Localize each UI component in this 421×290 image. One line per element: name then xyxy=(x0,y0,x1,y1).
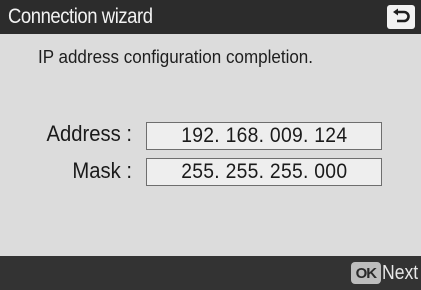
mask-field: 255. 255. 255. 000 xyxy=(146,158,382,186)
mask-label: Mask : xyxy=(72,158,132,183)
back-button[interactable] xyxy=(387,5,415,29)
address-field: 192. 168. 009. 124 xyxy=(146,122,382,150)
return-arrow-icon xyxy=(393,8,410,23)
address-value: 192. 168. 009. 124 xyxy=(180,124,348,147)
title-bar: Connection wizard xyxy=(0,0,421,34)
next-button[interactable]: OK Next xyxy=(350,261,421,285)
address-label: Address : xyxy=(46,121,132,146)
content-panel: IP address configuration completion. Add… xyxy=(0,34,421,256)
mask-value: 255. 255. 255. 000 xyxy=(180,160,348,183)
page-title: Connection wizard xyxy=(8,5,153,28)
next-label: Next xyxy=(381,261,419,284)
status-message: IP address configuration completion. xyxy=(38,46,314,67)
ok-button-icon: OK xyxy=(350,262,381,284)
footer-bar: OK Next xyxy=(0,256,421,290)
